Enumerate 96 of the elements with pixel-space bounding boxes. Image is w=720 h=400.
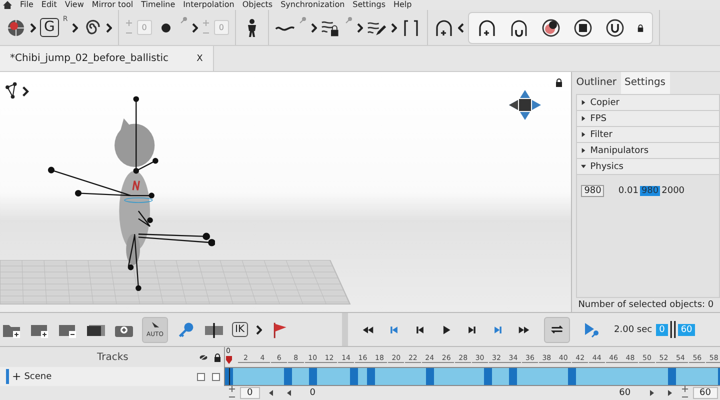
track-name: Scene	[24, 372, 52, 382]
square-circle-icon[interactable]	[572, 18, 593, 38]
keyframe[interactable]	[426, 368, 434, 385]
section-title: Copier	[590, 98, 620, 108]
menu-item[interactable]: Mirror tool	[92, 0, 134, 10]
key-icon	[344, 16, 353, 24]
end-frame-label: 60	[619, 388, 631, 398]
chevron-icon[interactable]	[356, 22, 363, 32]
value-field[interactable]: 980	[581, 185, 604, 197]
cursor-icon	[150, 322, 160, 330]
loop-icon	[550, 324, 564, 335]
arch-plus-icon[interactable]	[434, 18, 454, 38]
chevron-icon[interactable]	[256, 324, 262, 334]
chevron-icon[interactable]	[72, 22, 78, 32]
home-icon[interactable]	[3, 1, 12, 9]
left-arrow-icon[interactable]	[268, 390, 274, 396]
color-circles-icon[interactable]	[540, 18, 561, 38]
g-button[interactable]: G	[40, 18, 59, 37]
ik-button[interactable]: IK	[232, 322, 248, 337]
start-frame-label: 0	[310, 388, 316, 398]
chevron-icon[interactable]	[310, 22, 317, 32]
right-arrow-icon[interactable]	[666, 390, 673, 396]
chevron-left-icon[interactable]	[458, 22, 464, 32]
lock-icon[interactable]	[555, 78, 564, 87]
menu-item[interactable]: Timeline	[141, 0, 176, 10]
section-title: Manipulators	[590, 146, 649, 156]
menu-item[interactable]: Settings	[352, 0, 386, 10]
status-text: Number of selected objects: 0	[577, 299, 715, 312]
lock-icon[interactable]	[636, 24, 644, 32]
key-icon	[180, 16, 188, 24]
keyframe[interactable]	[484, 368, 492, 385]
left-arrow-icon[interactable]	[286, 390, 292, 396]
key-icon	[298, 16, 307, 24]
keyframe[interactable]	[509, 368, 518, 385]
start-frame-field[interactable]: 0	[240, 387, 260, 399]
previous-frame-icon[interactable]	[414, 324, 426, 334]
chevron-icon[interactable]	[30, 22, 36, 32]
key-icon[interactable]	[176, 320, 196, 338]
play-key-icon[interactable]	[584, 322, 600, 338]
chevron-icon[interactable]	[106, 22, 112, 32]
keyframe[interactable]	[366, 368, 375, 385]
arch-plus-icon[interactable]	[476, 18, 497, 38]
section-title: Filter	[590, 130, 612, 140]
panel-tab[interactable]: Outliner	[572, 72, 620, 94]
visibility-checkbox[interactable]	[197, 372, 205, 380]
expand-button[interactable]: +	[12, 370, 22, 383]
keyframe[interactable]	[350, 368, 358, 385]
loop-button[interactable]	[544, 316, 570, 342]
chevron-icon[interactable]	[192, 22, 198, 32]
lock-icon[interactable]	[213, 352, 222, 362]
close-button[interactable]: X	[196, 54, 203, 64]
panel-tab[interactable]: Settings	[620, 72, 670, 94]
menu-item[interactable]: View	[64, 0, 84, 10]
rewind-icon[interactable]	[362, 324, 374, 334]
playhead-icon[interactable]	[226, 356, 232, 364]
slider-value[interactable]: 980	[640, 186, 660, 196]
menu-item[interactable]: Interpolation	[183, 0, 234, 10]
duration-text: 2.00 sec	[614, 324, 652, 334]
tab-title: *Chibi_jump_02_before_ballistic	[10, 53, 169, 64]
keyframe[interactable]	[284, 368, 292, 385]
split-icon[interactable]	[204, 320, 224, 338]
chevron-icon[interactable]	[390, 22, 397, 32]
section-title: Physics	[590, 162, 624, 172]
first-key-icon[interactable]	[388, 324, 400, 334]
next-frame-icon[interactable]	[466, 324, 478, 334]
lock-checkbox[interactable]	[212, 372, 220, 380]
section-header[interactable]: Copier	[577, 95, 719, 111]
plus-minus-icon[interactable]	[228, 386, 236, 400]
magnet-circle-icon[interactable]	[604, 18, 625, 38]
right-arrow-icon[interactable]	[648, 390, 655, 396]
menu-item[interactable]: Edit	[41, 0, 57, 10]
last-key-icon[interactable]	[492, 324, 504, 334]
section-header[interactable]: Manipulators	[577, 143, 719, 159]
section-header[interactable]: Filter	[577, 127, 719, 143]
menu-item[interactable]: Objects	[242, 0, 273, 10]
min-value: 0.01	[618, 186, 638, 196]
globe-icon[interactable]	[6, 18, 26, 38]
max-value: 2000	[662, 186, 685, 196]
tracks-header: Tracks	[97, 352, 128, 362]
section-header[interactable]: Physics	[577, 159, 719, 175]
keyframe[interactable]	[568, 368, 576, 385]
end-frame-field[interactable]: 60	[692, 387, 718, 399]
keyframe[interactable]	[308, 368, 317, 385]
keyframe[interactable]	[668, 368, 676, 385]
section-header[interactable]: FPS	[577, 111, 719, 127]
scene-track[interactable]: + Scene	[0, 367, 224, 386]
eye-slash-icon[interactable]	[199, 352, 208, 362]
range-handle-icon[interactable]	[670, 321, 676, 338]
section-title: FPS	[590, 114, 607, 124]
menu-item[interactable]: Synchronization	[280, 0, 345, 10]
document-tab[interactable]: *Chibi_jump_02_before_ballistic X	[0, 46, 214, 71]
menu-item[interactable]: Help	[393, 0, 412, 10]
menu-item[interactable]: File	[20, 0, 34, 10]
fast-forward-icon[interactable]	[518, 324, 530, 334]
magnet-arch-icon[interactable]	[508, 18, 529, 38]
plus-minus-icon[interactable]	[680, 386, 689, 400]
